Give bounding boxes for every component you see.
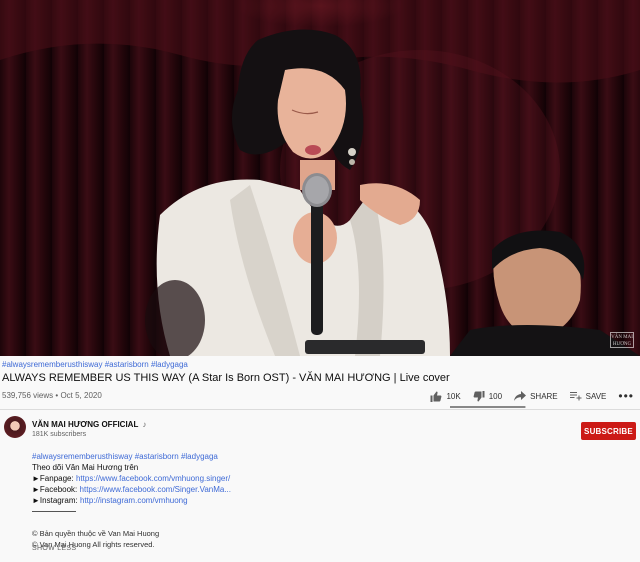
description-rule [32, 506, 231, 517]
video-title: ALWAYS REMEMBER US THIS WAY (A Star Is B… [2, 372, 450, 384]
save-label: SAVE [585, 391, 607, 401]
video-actions: 10K 100 SHARE SAVE ••• [418, 386, 634, 406]
share-arrow-icon [514, 391, 527, 401]
description-hashtags[interactable]: #alwaysrememberusthisway #astarisborn #l… [32, 452, 218, 461]
instagram-line: ►Instagram: http://instagram.com/vmhuong [32, 495, 231, 506]
channel-name-text: VĂN MAI HƯƠNG OFFICIAL [32, 420, 139, 429]
thumbs-down-icon [473, 390, 485, 401]
video-player[interactable]: VÂN MAI HƯƠNG [0, 0, 640, 356]
upload-date: Oct 5, 2020 [60, 391, 102, 400]
like-ratio-fill [450, 406, 526, 408]
fanpage-line: ►Fanpage: https://www.facebook.com/vmhuo… [32, 473, 231, 484]
save-button[interactable]: SAVE [569, 391, 607, 401]
title-hashtags[interactable]: #alwaysrememberusthisway #astarisborn #l… [2, 360, 188, 369]
share-button[interactable]: SHARE [514, 391, 558, 401]
like-button[interactable]: 10K [430, 391, 461, 402]
view-count: 539,756 views [2, 391, 54, 400]
fanpage-link[interactable]: https://www.facebook.com/vmhuong.singer/ [76, 474, 230, 483]
video-meta: 539,756 views • Oct 5, 2020 [2, 391, 102, 400]
dislike-count: 100 [488, 391, 503, 401]
fanpage-label: ►Fanpage: [32, 474, 74, 483]
more-actions-button[interactable]: ••• [618, 389, 634, 403]
section-divider [0, 409, 640, 410]
meta-separator: • [55, 391, 59, 400]
facebook-label: ►Facebook: [32, 485, 78, 494]
channel-name[interactable]: VĂN MAI HƯƠNG OFFICIAL ♪ [32, 420, 146, 429]
share-label: SHARE [530, 391, 558, 401]
video-frame-scene [0, 0, 640, 356]
facebook-link[interactable]: https://www.facebook.com/Singer.VanMa... [80, 485, 231, 494]
show-less-button[interactable]: SHOW LESS [32, 545, 76, 552]
copyright-line-1: © Bản quyền thuộc về Van Mai Huong [32, 529, 160, 538]
subscriber-count: 181K subscribers [32, 431, 87, 438]
like-count: 10K [446, 391, 461, 401]
playlist-add-icon [569, 392, 582, 401]
video-description: #alwaysrememberusthisway #astarisborn #l… [32, 451, 231, 550]
more-icon: ••• [618, 389, 634, 403]
music-note-icon: ♪ [142, 420, 147, 429]
instagram-label: ►Instagram: [32, 496, 78, 505]
subscribe-button[interactable]: SUBSCRIBE [581, 422, 636, 440]
follow-line: Theo dõi Văn Mai Hương trên [32, 463, 139, 472]
channel-watermark: VÂN MAI HƯƠNG [610, 332, 634, 348]
dislike-button[interactable]: 100 [473, 390, 503, 402]
instagram-link[interactable]: http://instagram.com/vmhuong [80, 496, 188, 505]
channel-avatar[interactable] [4, 416, 26, 438]
like-dislike-ratio-bar [450, 406, 526, 408]
thumbs-up-icon [430, 391, 442, 402]
facebook-line: ►Facebook: https://www.facebook.com/Sing… [32, 484, 231, 495]
